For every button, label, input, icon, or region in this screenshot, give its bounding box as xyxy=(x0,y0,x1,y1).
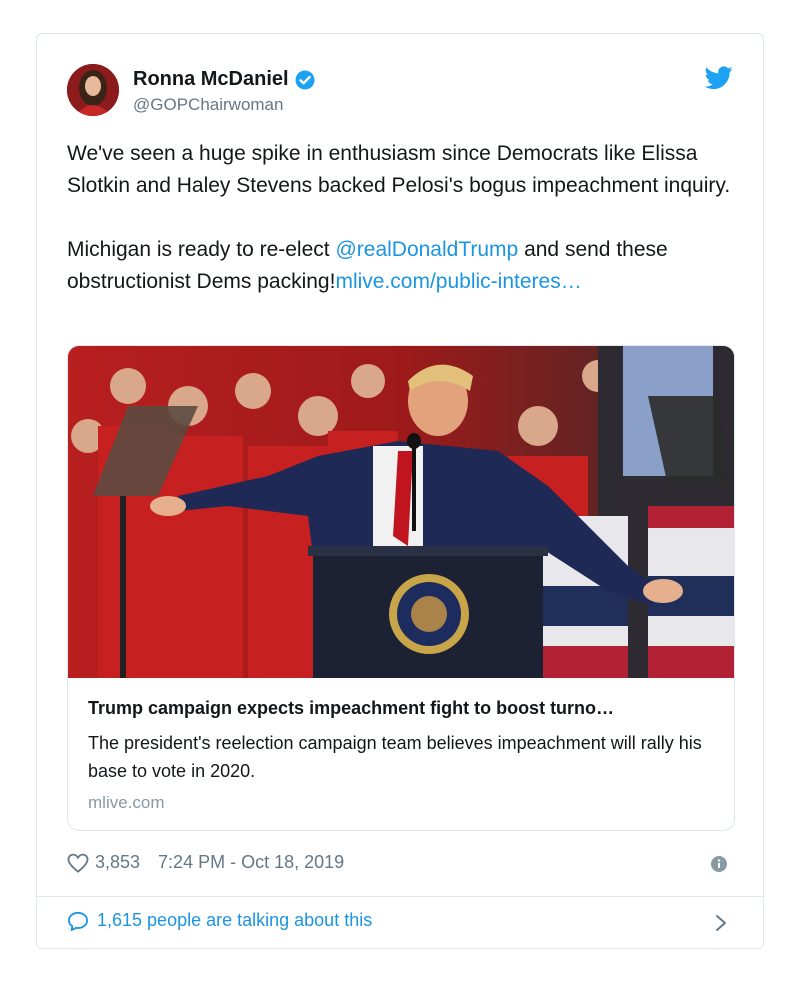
mention-link[interactable]: @realDonaldTrump xyxy=(335,238,518,261)
text-segment: Michigan is ready to re-elect xyxy=(67,238,336,261)
tweet-footer: 3,853 7:24 PM - Oct 18, 2019 xyxy=(67,852,344,873)
author-handle[interactable]: @GOPChairwoman xyxy=(133,95,283,115)
chevron-right-icon[interactable] xyxy=(715,914,727,932)
like-count[interactable]: 3,853 xyxy=(95,852,140,873)
article-link[interactable]: mlive.com/public-interes… xyxy=(335,270,581,293)
article-photo xyxy=(68,346,734,678)
heart-icon[interactable] xyxy=(67,853,89,873)
talking-count-text[interactable]: 1,615 people are talking about this xyxy=(97,910,372,931)
article-description: The president's reelection campaign team… xyxy=(88,733,702,781)
tweet-timestamp[interactable]: 7:24 PM - Oct 18, 2019 xyxy=(158,852,344,873)
comment-bubble-icon xyxy=(67,911,89,931)
info-icon[interactable] xyxy=(711,856,727,872)
verified-badge-icon xyxy=(295,70,315,89)
article-title[interactable]: Trump campaign expects impeachment fight… xyxy=(88,698,718,719)
tweet-paragraph-2: Michigan is ready to re-elect @realDonal… xyxy=(67,234,747,298)
author-name[interactable]: Ronna McDaniel xyxy=(133,68,289,91)
divider xyxy=(37,896,763,897)
avatar[interactable] xyxy=(67,64,119,116)
conversation-link[interactable]: 1,615 people are talking about this xyxy=(67,910,372,931)
link-preview-card[interactable]: Trump campaign expects impeachment fight… xyxy=(67,345,735,831)
tweet-text: We've seen a huge spike in enthusiasm si… xyxy=(67,138,747,298)
twitter-bird-icon[interactable] xyxy=(705,66,733,90)
article-domain: mlive.com xyxy=(88,793,165,812)
tweet-embed-card: Ronna McDaniel @GOPChairwoman We've seen… xyxy=(36,33,764,949)
tweet-paragraph-1: We've seen a huge spike in enthusiasm si… xyxy=(67,142,731,197)
